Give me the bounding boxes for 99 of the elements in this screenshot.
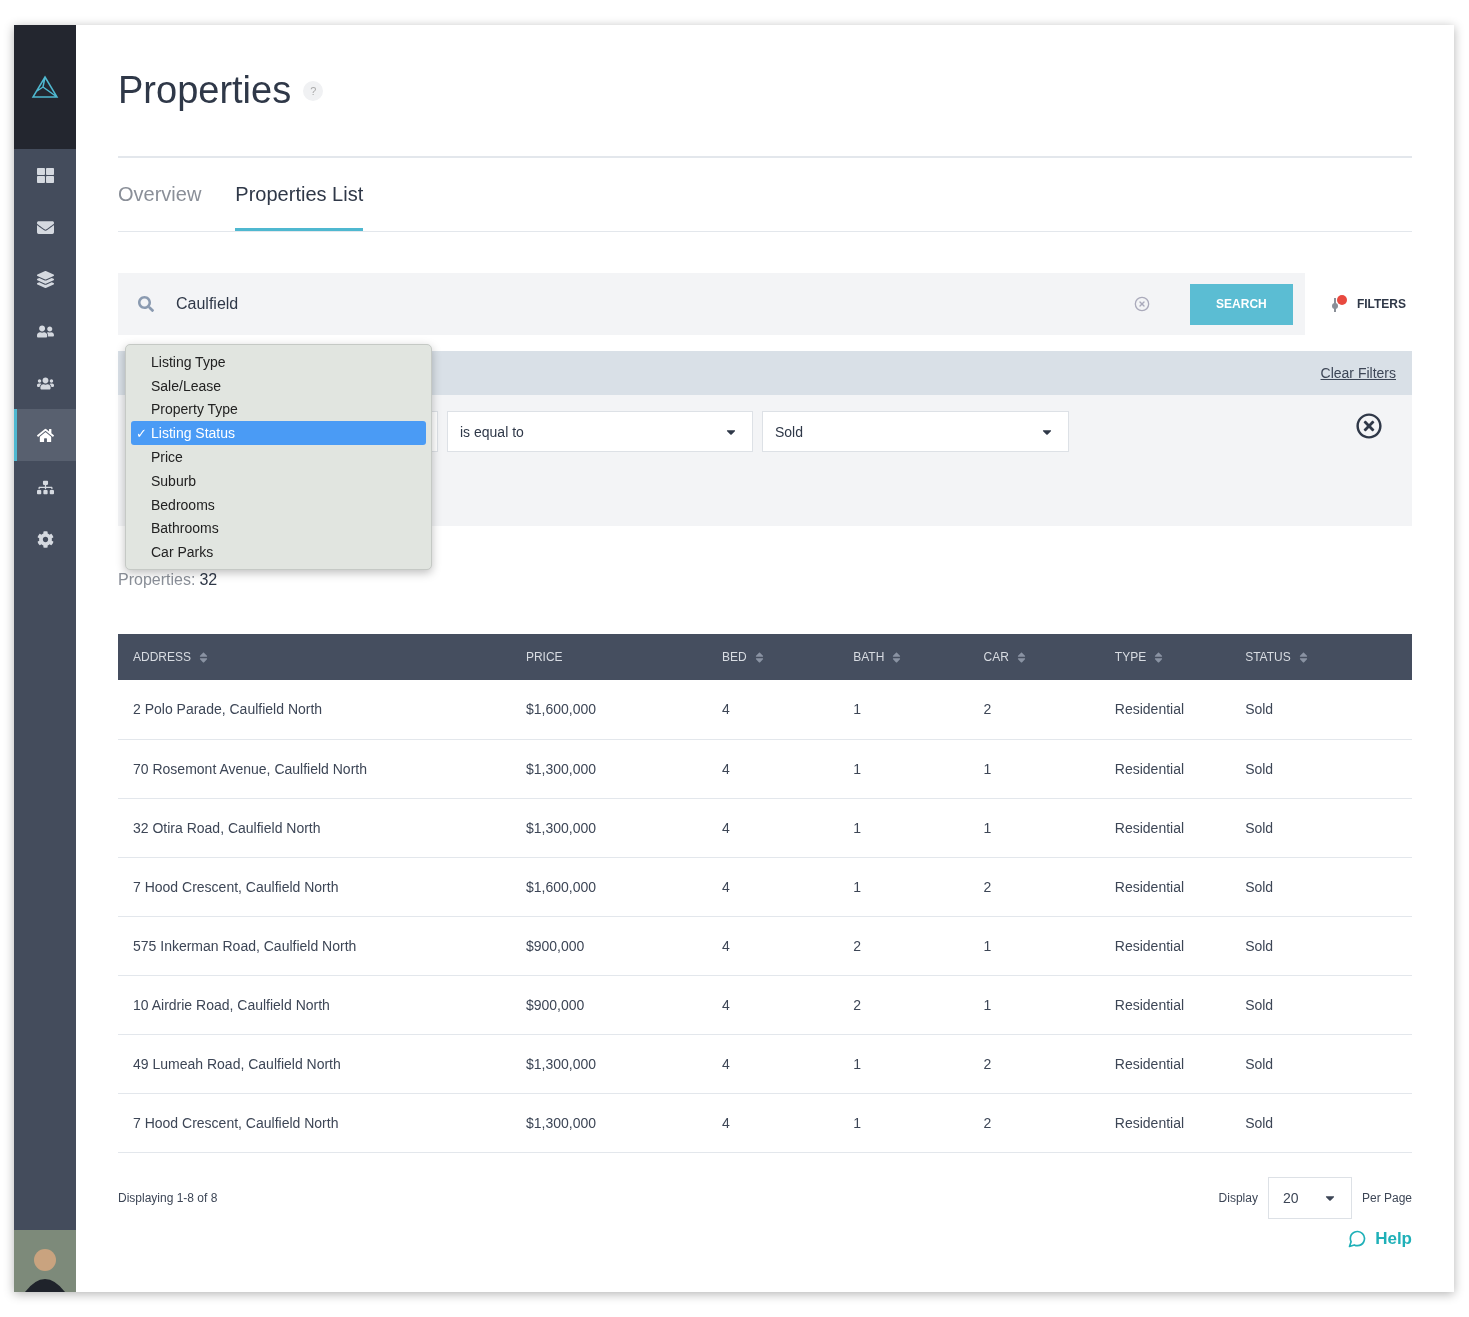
clear-filters-link[interactable]: Clear Filters bbox=[1320, 365, 1396, 381]
table-cell: 2 bbox=[968, 1034, 1100, 1093]
sitemap-icon bbox=[36, 478, 54, 496]
table-cell: 2 bbox=[968, 1093, 1100, 1152]
table-cell: 2 bbox=[968, 857, 1100, 916]
per-page-select[interactable]: 20 bbox=[1267, 1176, 1352, 1219]
table-cell: $900,000 bbox=[510, 916, 707, 975]
table-cell: 7 Hood Crescent, Caulfield North bbox=[118, 1093, 511, 1152]
filters-button[interactable]: FILTERS bbox=[1324, 294, 1412, 314]
count-label: Properties: bbox=[118, 571, 196, 589]
displaying-text: Displaying 1-8 of 8 bbox=[118, 1190, 218, 1205]
layers-icon bbox=[36, 270, 54, 288]
table-cell: Residential bbox=[1099, 857, 1231, 916]
table-cell: 4 bbox=[706, 1034, 839, 1093]
table-cell: 4 bbox=[706, 798, 839, 857]
table-cell: Sold bbox=[1230, 739, 1412, 798]
mail-icon bbox=[36, 218, 54, 236]
search-icon bbox=[138, 296, 154, 312]
menu-option[interactable]: Price bbox=[131, 445, 426, 469]
table-cell: 1 bbox=[838, 739, 969, 798]
table-cell: 1 bbox=[968, 916, 1100, 975]
display-label: Display bbox=[1218, 1190, 1258, 1205]
menu-option[interactable]: Car Parks bbox=[131, 540, 426, 565]
column-header[interactable]: CAR bbox=[968, 634, 1100, 680]
operator-select[interactable]: is equal to bbox=[447, 411, 753, 452]
grid-icon bbox=[36, 166, 54, 184]
page-title: Properties bbox=[118, 69, 292, 112]
table-cell: 4 bbox=[706, 739, 839, 798]
table-cell: 4 bbox=[706, 1093, 839, 1152]
table-cell: Sold bbox=[1230, 1034, 1412, 1093]
table-cell: 7 Hood Crescent, Caulfield North bbox=[118, 857, 511, 916]
column-header[interactable]: ADDRESS bbox=[118, 634, 511, 680]
column-header[interactable]: BATH bbox=[838, 634, 969, 680]
table-cell: $900,000 bbox=[510, 975, 707, 1034]
table-cell: 2 bbox=[838, 916, 969, 975]
table-cell: $1,300,000 bbox=[510, 798, 707, 857]
table-cell: Residential bbox=[1099, 739, 1231, 798]
gear-icon bbox=[36, 530, 54, 548]
table-cell: $1,300,000 bbox=[510, 1034, 707, 1093]
home-icon bbox=[36, 426, 54, 444]
table-cell: 4 bbox=[706, 857, 839, 916]
tab[interactable]: Properties List bbox=[235, 158, 364, 231]
table-cell: 2 Polo Parade, Caulfield North bbox=[118, 680, 511, 739]
search-field[interactable]: Caulfield SEARCH bbox=[118, 273, 1305, 335]
logo-icon bbox=[31, 75, 59, 99]
per-page-label: Per Page bbox=[1361, 1190, 1412, 1205]
table-cell: 1 bbox=[838, 1034, 969, 1093]
clear-icon bbox=[1133, 296, 1150, 312]
value-select[interactable]: Sold bbox=[762, 411, 1069, 452]
table-cell: 1 bbox=[838, 1093, 969, 1152]
chat-bubble-icon bbox=[1347, 1228, 1368, 1249]
menu-option[interactable]: Bathrooms bbox=[131, 516, 426, 541]
table-cell: Sold bbox=[1230, 798, 1412, 857]
table-cell: 1 bbox=[968, 739, 1100, 798]
menu-option[interactable]: Listing Type bbox=[131, 350, 426, 374]
table-cell: $1,300,000 bbox=[510, 1093, 707, 1152]
table-cell: 49 Lumeah Road, Caulfield North bbox=[118, 1034, 511, 1093]
menu-option[interactable]: Property Type bbox=[131, 397, 426, 422]
table-cell: 4 bbox=[706, 680, 839, 739]
table-cell: Residential bbox=[1099, 1093, 1231, 1152]
table-cell: 1 bbox=[968, 975, 1100, 1034]
column-header[interactable]: BED bbox=[706, 634, 839, 680]
table-cell: Residential bbox=[1099, 916, 1231, 975]
column-header[interactable]: PRICE bbox=[510, 634, 707, 680]
table-cell: 1 bbox=[838, 680, 969, 739]
sort-icon bbox=[197, 650, 210, 664]
menu-option[interactable]: Suburb bbox=[131, 469, 426, 493]
table-cell: Sold bbox=[1230, 975, 1412, 1034]
remove-icon[interactable] bbox=[1356, 413, 1382, 439]
table-cell: $1,300,000 bbox=[510, 739, 707, 798]
table-cell: 1 bbox=[838, 857, 969, 916]
table-cell: Residential bbox=[1099, 680, 1231, 739]
menu-option[interactable]: Bedrooms bbox=[131, 492, 426, 517]
table-cell: 4 bbox=[706, 916, 839, 975]
table-cell: 2 bbox=[838, 975, 969, 1034]
table-cell: 10 Airdrie Road, Caulfield North bbox=[118, 975, 511, 1034]
count-value: 32 bbox=[199, 571, 218, 589]
table-cell: 70 Rosemont Avenue, Caulfield North bbox=[118, 739, 511, 798]
table-cell: 1 bbox=[968, 798, 1100, 857]
table-cell: Residential bbox=[1099, 975, 1231, 1034]
avatar[interactable] bbox=[14, 1230, 76, 1292]
table-cell: 575 Inkerman Road, Caulfield North bbox=[118, 916, 511, 975]
home-nav-item[interactable] bbox=[14, 409, 76, 461]
table-cell: Sold bbox=[1230, 916, 1412, 975]
table-cell: Sold bbox=[1230, 1093, 1412, 1152]
table-cell: Residential bbox=[1099, 798, 1231, 857]
column-header[interactable]: TYPE bbox=[1099, 634, 1231, 680]
sliders-icon bbox=[1330, 294, 1347, 314]
table-cell: 2 bbox=[968, 680, 1100, 739]
table-cell: Sold bbox=[1230, 680, 1412, 739]
menu-option[interactable]: Sale/Lease bbox=[131, 373, 426, 398]
table-cell: Residential bbox=[1099, 1034, 1231, 1093]
table-cell: 4 bbox=[706, 975, 839, 1034]
table-cell: Sold bbox=[1230, 857, 1412, 916]
table-cell: 1 bbox=[838, 798, 969, 857]
column-header[interactable]: STATUS bbox=[1230, 634, 1412, 680]
table-cell: $1,600,000 bbox=[510, 680, 707, 739]
table-cell: 32 Otira Road, Caulfield North bbox=[118, 798, 511, 857]
table-cell: $1,600,000 bbox=[510, 857, 707, 916]
